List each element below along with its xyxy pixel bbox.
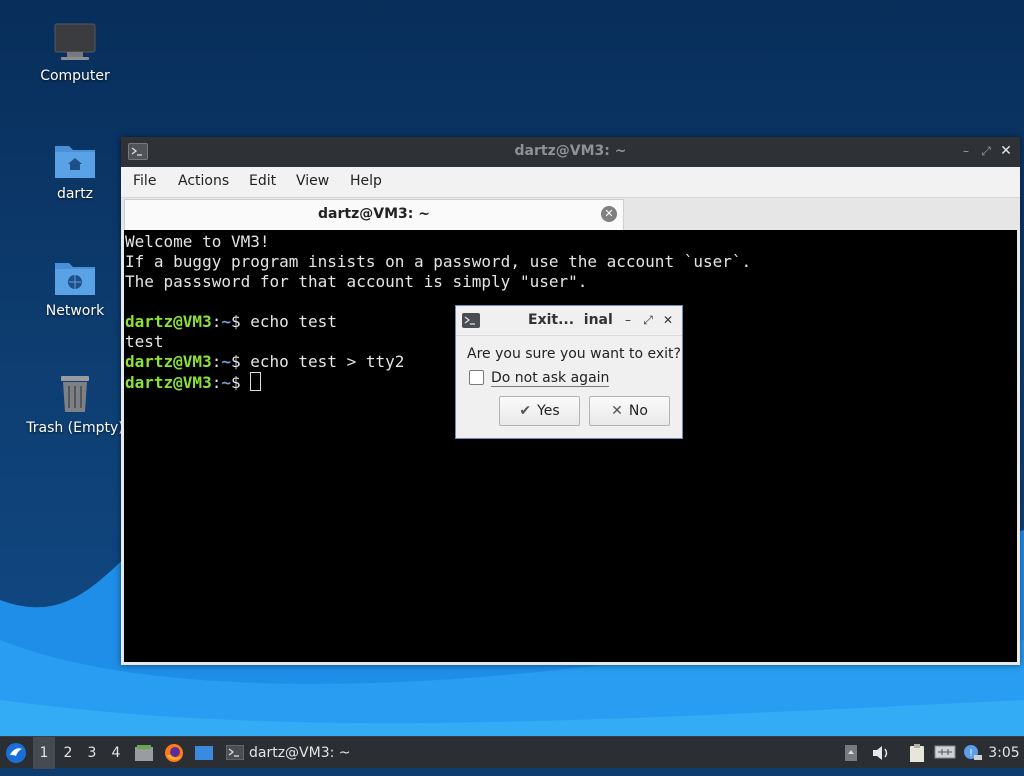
desktop-launcher[interactable] <box>192 737 216 769</box>
desktop-icon-label: Network <box>45 303 105 319</box>
file-manager-icon <box>135 745 153 761</box>
prompt-user: dartz@VM3 <box>125 352 212 371</box>
terminal-line: Welcome to VM3! <box>125 232 270 251</box>
dialog-minimize-button[interactable]: – <box>621 312 635 328</box>
terminal-app-icon <box>462 313 480 328</box>
text-cursor <box>250 372 262 391</box>
tab-title: dartz@VM3: ~ <box>318 206 430 222</box>
terminal-line: If a buggy program insists on a password… <box>125 252 752 271</box>
prompt-user: dartz@VM3 <box>125 373 212 392</box>
app-menu-button[interactable] <box>2 737 30 769</box>
yes-button[interactable]: ✔ Yes <box>499 396 580 426</box>
task-label: dartz@VM3: ~ <box>249 745 351 761</box>
desktop-icon-network[interactable]: Network <box>20 255 130 319</box>
menubar: File Actions Edit View Help <box>121 167 1020 197</box>
tab-terminal[interactable]: dartz@VM3: ~ ✕ <box>124 199 624 230</box>
desktop-icon-computer[interactable]: Computer <box>20 20 130 84</box>
workspace-4-button[interactable]: 4 <box>105 737 127 769</box>
prompt-symbol: $ <box>230 312 251 331</box>
dialog-maximize-button[interactable]: ⤢ <box>641 312 655 328</box>
firefox-launcher[interactable] <box>162 737 186 769</box>
prompt-symbol: $ <box>230 373 251 392</box>
svg-text:!: ! <box>969 748 973 759</box>
dialog-title: Exit... inal <box>528 312 613 328</box>
desktop-icon-label: Trash (Empty) <box>26 420 124 436</box>
workspace-2-button[interactable]: 2 <box>57 737 79 769</box>
window-title: dartz@VM3: ~ <box>514 143 627 159</box>
prompt-user: dartz@VM3 <box>125 312 212 331</box>
trash-icon <box>61 376 89 412</box>
menu-help[interactable]: Help <box>350 173 382 189</box>
yes-button-label: Yes <box>537 403 560 419</box>
no-button[interactable]: ✕ No <box>589 396 670 426</box>
no-button-label: No <box>628 403 648 419</box>
terminal-line: The passsword for that account is simply… <box>125 272 588 291</box>
do-not-ask-label[interactable]: Do not ask again <box>491 370 610 387</box>
storage-icon[interactable] <box>844 744 858 762</box>
clock[interactable]: 3:05 <box>986 737 1022 769</box>
tab-close-icon[interactable]: ✕ <box>601 206 617 222</box>
network-icon[interactable] <box>934 744 956 762</box>
desktop-icon-home[interactable]: dartz <box>20 138 130 202</box>
volume-icon[interactable] <box>871 744 891 762</box>
prompt-path: ~ <box>221 312 231 331</box>
taskbar: 1 2 3 4 dartz@VM3: ~ ! 3:05 <box>0 736 1024 769</box>
tab-bar: dartz@VM3: ~ ✕ <box>121 197 1020 230</box>
workspace-1-button[interactable]: 1 <box>33 737 55 769</box>
do-not-ask-checkbox[interactable] <box>469 370 484 385</box>
file-manager-launcher[interactable] <box>132 737 156 769</box>
desktop-icon-label: Computer <box>40 68 110 84</box>
prompt-separator: : <box>211 312 222 331</box>
minimize-button[interactable]: – <box>958 143 974 159</box>
firefox-icon <box>165 744 183 762</box>
network-folder-icon <box>55 263 95 295</box>
exit-confirm-dialog[interactable]: Exit... inal – ⤢ ✕ Are you sure you want… <box>455 305 683 439</box>
terminal-app-icon <box>226 745 244 760</box>
menu-actions[interactable]: Actions <box>178 173 229 189</box>
maximize-button[interactable]: ⤢ <box>978 143 994 159</box>
workspace-3-button[interactable]: 3 <box>81 737 103 769</box>
dialog-message: Are you sure you want to exit? <box>467 346 681 362</box>
command-text: echo test <box>250 312 337 331</box>
show-desktop-icon <box>195 746 213 760</box>
dialog-close-button[interactable]: ✕ <box>661 312 675 328</box>
desktop: Computer dartz Network Trash (Empty) dar… <box>0 0 1024 736</box>
terminal-output[interactable]: Welcome to VM3! If a buggy program insis… <box>124 230 1017 662</box>
desktop-icon-trash[interactable]: Trash (Empty) <box>20 372 130 436</box>
computer-icon <box>54 23 96 60</box>
desktop-icon-label: dartz <box>56 186 94 202</box>
prompt-path: ~ <box>221 352 231 371</box>
prompt-path: ~ <box>221 373 231 392</box>
prompt-symbol: $ <box>230 352 251 371</box>
check-icon: ✔ <box>519 403 532 419</box>
home-folder-icon <box>55 146 95 178</box>
task-terminal[interactable]: dartz@VM3: ~ <box>222 737 352 769</box>
close-button[interactable]: ✕ <box>998 143 1014 159</box>
prompt-separator: : <box>211 373 222 392</box>
window-titlebar[interactable]: dartz@VM3: ~ – ⤢ ✕ <box>121 137 1020 167</box>
x-icon: ✕ <box>611 403 623 419</box>
notification-icon[interactable]: ! <box>962 744 984 762</box>
dialog-titlebar[interactable]: Exit... inal – ⤢ ✕ <box>456 306 682 336</box>
menu-edit[interactable]: Edit <box>249 173 276 189</box>
start-menu-icon <box>6 743 26 763</box>
menu-file[interactable]: File <box>133 173 156 189</box>
menu-view[interactable]: View <box>296 173 329 189</box>
prompt-separator: : <box>211 352 222 371</box>
command-text: echo test > tty2 <box>250 352 405 371</box>
clipboard-icon[interactable] <box>906 744 928 762</box>
